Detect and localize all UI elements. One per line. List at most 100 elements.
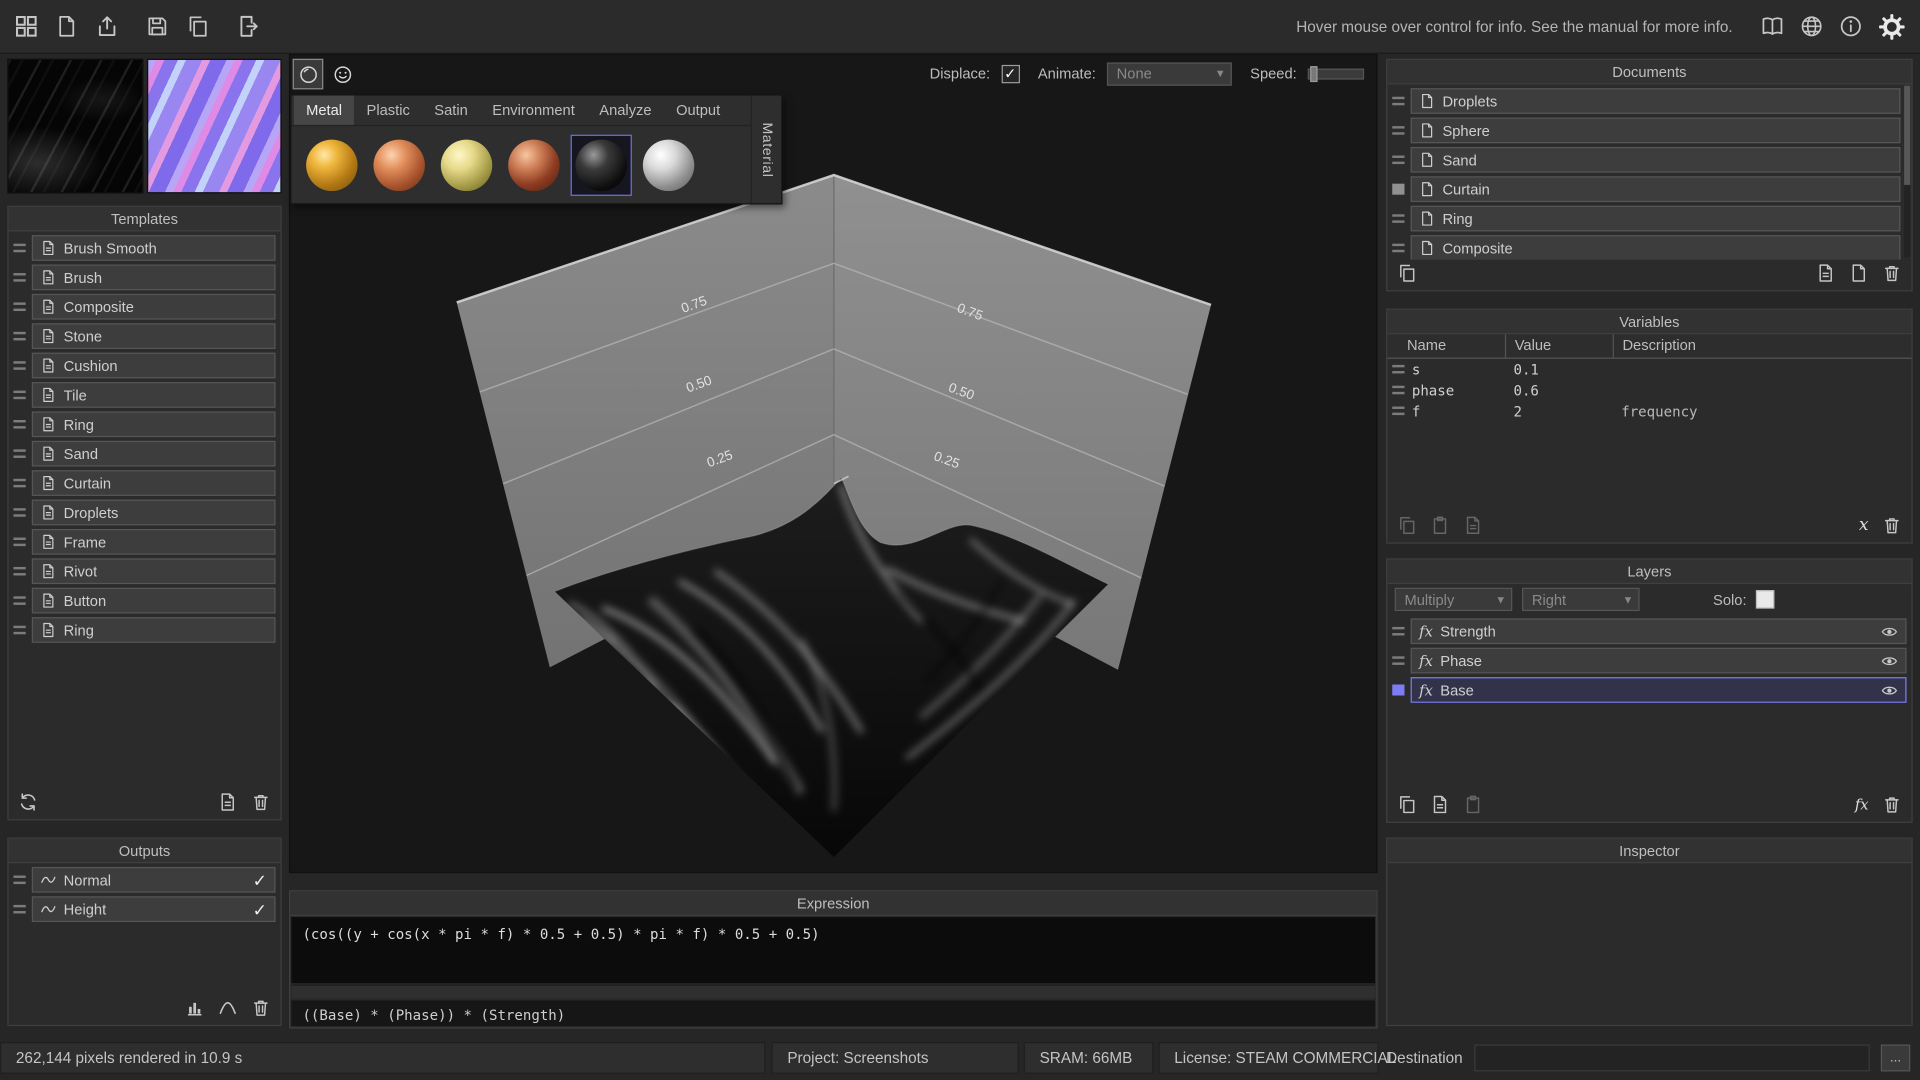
document-list-item[interactable]: Sphere <box>1392 118 1900 144</box>
drag-handle-icon[interactable] <box>13 624 25 635</box>
template-list-item[interactable]: Frame <box>13 529 275 555</box>
drag-handle-icon[interactable] <box>1392 684 1404 695</box>
edit-expression-button[interactable]: fx <box>1855 796 1869 813</box>
website-button[interactable] <box>1800 15 1823 38</box>
animate-select[interactable]: None ▼ <box>1107 62 1232 85</box>
expression-splitter[interactable] <box>291 984 1375 997</box>
document-list-item[interactable]: Composite <box>1392 235 1900 261</box>
variable-row[interactable]: phase 0.6 <box>1387 380 1911 401</box>
material-tab[interactable]: Analyze <box>587 96 664 125</box>
template-list-item[interactable]: Droplets <box>13 500 275 526</box>
layer-list-item[interactable]: fx Phase <box>1392 648 1906 674</box>
material-swatch[interactable] <box>370 135 429 194</box>
drag-handle-icon[interactable] <box>13 242 25 253</box>
document-list-item[interactable]: Curtain <box>1392 176 1900 202</box>
duplicate-button[interactable] <box>186 15 209 38</box>
sphere-preview-toggle[interactable] <box>293 59 324 90</box>
drag-handle-icon[interactable] <box>13 360 25 371</box>
delete-output-button[interactable] <box>251 998 271 1018</box>
drag-handle-icon[interactable] <box>1392 405 1404 416</box>
drag-handle-icon[interactable] <box>1392 364 1404 375</box>
material-side-tab[interactable]: Material <box>751 96 782 204</box>
save-document-button[interactable] <box>1816 263 1836 283</box>
reload-templates-button[interactable] <box>18 792 38 812</box>
delete-template-button[interactable] <box>251 792 271 812</box>
save-template-button[interactable] <box>218 792 238 812</box>
copy-variable-button[interactable] <box>1397 516 1417 536</box>
enabled-check-icon[interactable]: ✓ <box>253 901 267 918</box>
drag-handle-icon[interactable] <box>1392 184 1404 195</box>
drag-handle-icon[interactable] <box>1392 384 1404 395</box>
drag-handle-icon[interactable] <box>13 536 25 547</box>
material-swatch[interactable] <box>437 135 496 194</box>
duplicate-layer-button[interactable] <box>1430 795 1450 815</box>
material-swatch[interactable] <box>639 135 698 194</box>
template-list-item[interactable]: Brush Smooth <box>13 235 275 261</box>
template-list-item[interactable]: Curtain <box>13 470 275 496</box>
material-tab[interactable]: Environment <box>480 96 587 125</box>
destination-input[interactable] <box>1474 1044 1870 1071</box>
visibility-eye-icon[interactable] <box>1881 652 1898 669</box>
drag-handle-icon[interactable] <box>13 301 25 312</box>
delete-document-button[interactable] <box>1882 263 1902 283</box>
export-button[interactable] <box>236 15 259 38</box>
direction-select[interactable]: Right ▼ <box>1522 588 1640 611</box>
drag-handle-icon[interactable] <box>1392 125 1404 136</box>
drag-handle-icon[interactable] <box>13 331 25 342</box>
material-tab[interactable]: Plastic <box>354 96 422 125</box>
visibility-eye-icon[interactable] <box>1881 681 1898 698</box>
drag-handle-icon[interactable] <box>13 419 25 430</box>
save-button[interactable] <box>146 15 169 38</box>
drag-handle-icon[interactable] <box>1392 655 1404 666</box>
material-swatch[interactable] <box>572 135 631 194</box>
variable-row[interactable]: s 0.1 <box>1387 359 1911 380</box>
material-swatch[interactable] <box>302 135 361 194</box>
info-button[interactable] <box>1839 15 1862 38</box>
variable-row[interactable]: f 2 frequency <box>1387 400 1911 421</box>
drag-handle-icon[interactable] <box>13 874 25 885</box>
settings-button[interactable] <box>1878 13 1905 40</box>
histogram-output-button[interactable] <box>185 998 205 1018</box>
drag-handle-icon[interactable] <box>1392 96 1404 107</box>
upload-button[interactable] <box>96 15 119 38</box>
delete-layer-button[interactable] <box>1882 795 1902 815</box>
duplicate-document-button[interactable] <box>1397 263 1417 283</box>
drag-handle-icon[interactable] <box>13 389 25 400</box>
enabled-check-icon[interactable]: ✓ <box>253 871 267 888</box>
normal-map-preview-thumbnail[interactable] <box>146 59 281 194</box>
new-document-button[interactable] <box>1849 263 1869 283</box>
preview-3d-viewport[interactable]: 0.75 0.50 0.25 0.75 0.50 0.25 <box>289 54 1378 873</box>
template-list-item[interactable]: Brush <box>13 264 275 290</box>
scrollbar-thumb[interactable] <box>1904 86 1910 185</box>
destination-browse-button[interactable]: ... <box>1881 1044 1910 1071</box>
drag-handle-icon[interactable] <box>13 478 25 489</box>
layout-grid-button[interactable] <box>15 15 38 38</box>
material-tab[interactable]: Satin <box>422 96 480 125</box>
drag-handle-icon[interactable] <box>1392 154 1404 165</box>
manual-button[interactable] <box>1761 15 1784 38</box>
curve-output-button[interactable] <box>218 998 238 1018</box>
paste-layer-button[interactable] <box>1463 795 1483 815</box>
document-list-item[interactable]: Ring <box>1392 206 1900 232</box>
copy-layer-button[interactable] <box>1397 795 1417 815</box>
template-list-item[interactable]: Tile <box>13 382 275 408</box>
paste-variable-button[interactable] <box>1430 516 1450 536</box>
template-list-item[interactable]: Composite <box>13 294 275 320</box>
drag-handle-icon[interactable] <box>13 566 25 577</box>
material-swatch[interactable] <box>504 135 563 194</box>
height-preview-thumbnail[interactable] <box>7 59 142 194</box>
matcap-preview-toggle[interactable] <box>327 59 358 90</box>
template-list-item[interactable]: Ring <box>13 411 275 437</box>
displace-checkbox[interactable]: ✓ <box>1001 64 1019 82</box>
material-tab[interactable]: Metal <box>294 96 354 125</box>
drag-handle-icon[interactable] <box>13 507 25 518</box>
drag-handle-icon[interactable] <box>13 448 25 459</box>
drag-handle-icon[interactable] <box>13 595 25 606</box>
template-list-item[interactable]: Stone <box>13 323 275 349</box>
duplicate-variable-button[interactable] <box>1463 516 1483 536</box>
template-list-item[interactable]: Sand <box>13 441 275 467</box>
drag-handle-icon[interactable] <box>1392 626 1404 637</box>
template-list-item[interactable]: Ring <box>13 617 275 643</box>
speed-slider-knob[interactable] <box>1310 66 1317 82</box>
speed-slider[interactable] <box>1308 69 1364 80</box>
